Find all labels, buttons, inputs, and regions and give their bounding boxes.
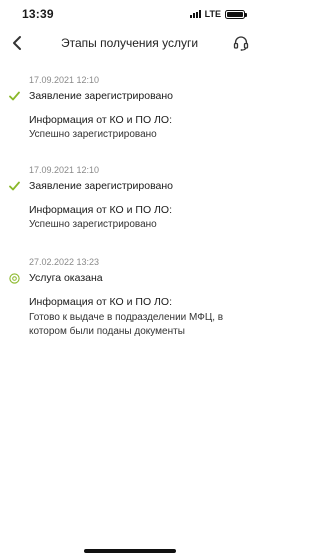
status-time: 13:39 [22,7,54,21]
page-title: Этапы получения услуги [60,36,199,50]
battery-level [227,11,243,17]
info-text: Успешно зарегистрировано [29,129,157,140]
info-text: Готово к выдаче в подразделении МФЦ, в к… [29,312,224,337]
stage-title: Заявление зарегистрировано [29,180,174,192]
signal-icon [189,10,201,18]
stage-title: Услуга оказана [29,272,103,284]
info-label: Информация от КО и ПО ЛО: [29,114,173,126]
circle-icon [8,272,20,284]
home-indicator[interactable] [84,549,176,553]
headset-icon [233,36,249,51]
nav-bar: Этапы получения услуги [0,28,259,58]
check-icon [8,180,20,192]
info-text: Успешно зарегистрировано [29,219,157,230]
info-label: Информация от КО и ПО ЛО: [29,296,173,308]
network-type: LTE [204,9,221,19]
status-indicators: LTE [189,9,247,19]
stage-date: 17.09.2021 12:10 [29,165,100,175]
info-label: Информация от КО и ПО ЛО: [29,204,173,216]
stage-title: Заявление зарегистрировано [29,90,174,102]
check-icon [8,90,20,102]
support-button[interactable] [231,32,251,54]
stage-date: 27.02.2022 13:23 [29,257,100,267]
stage-date: 17.09.2021 12:10 [29,75,100,85]
status-bar: 13:39 LTE [0,0,259,28]
battery-icon [225,9,247,19]
